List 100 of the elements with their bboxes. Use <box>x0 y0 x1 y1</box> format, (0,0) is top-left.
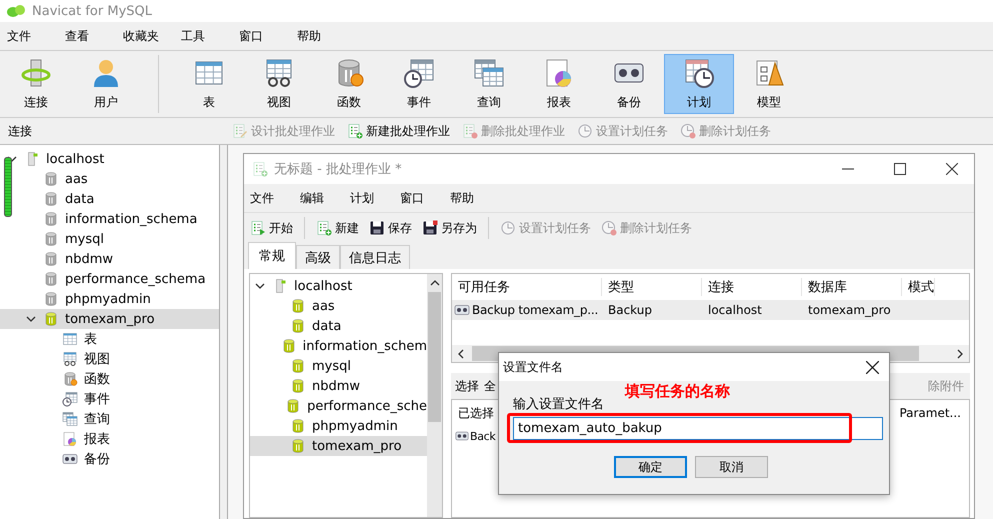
menu-item[interactable]: 帮助 <box>297 28 355 44</box>
database-icon <box>43 271 59 287</box>
tree-item[interactable]: performance_sche <box>250 396 427 416</box>
toolbar-button[interactable]: 函数 <box>314 54 384 114</box>
toolbar-button[interactable]: 新建 <box>314 220 361 236</box>
toolbar-button[interactable]: 报表 <box>524 54 594 114</box>
table-cell: Backup tomexam_p... <box>472 303 598 317</box>
tree-item[interactable]: aas <box>0 169 219 189</box>
document-add-icon <box>347 123 363 139</box>
tree-item[interactable]: information_schem <box>250 336 427 356</box>
table-cell: localhost <box>708 303 762 317</box>
server-ring-icon <box>20 57 52 89</box>
toolbar-button[interactable]: 备份 <box>594 54 664 114</box>
tree-item[interactable]: 函数 <box>0 369 219 389</box>
document-add-icon <box>316 220 332 236</box>
caret-left-icon[interactable] <box>456 348 466 358</box>
table-cell: Backup <box>608 303 652 317</box>
tree-item[interactable]: 表 <box>0 329 219 349</box>
scrollbar[interactable] <box>4 157 12 217</box>
toolbar-button[interactable]: 用户 <box>71 54 141 114</box>
save-icon <box>369 220 385 236</box>
toolbar-button[interactable]: 模型 <box>734 54 804 114</box>
document-add-icon <box>252 161 268 177</box>
tree-item[interactable]: information_schema <box>0 209 219 229</box>
toolbar-button[interactable]: 选择 <box>455 378 479 394</box>
toolbar-button[interactable]: 新建批处理作业 <box>345 122 452 140</box>
tree-item[interactable]: performance_schema <box>0 269 219 289</box>
toolbar-button[interactable]: 计划 <box>664 54 734 114</box>
menu-item[interactable]: 文件 <box>7 28 65 44</box>
menu-item[interactable]: 帮助 <box>450 190 500 206</box>
tree-item[interactable]: data <box>250 316 427 336</box>
database-icon <box>290 418 306 434</box>
menu-item[interactable]: 窗口 <box>239 28 297 44</box>
close-button[interactable] <box>866 360 879 374</box>
menu-item[interactable]: 收藏夹 <box>123 28 181 44</box>
tab[interactable]: 高级 <box>296 245 340 269</box>
database-icon <box>290 318 306 334</box>
tab[interactable]: 信息日志 <box>340 245 410 269</box>
tree-item[interactable]: nbdmw <box>250 376 427 396</box>
cassette-icon <box>455 429 469 443</box>
menu-item[interactable]: 计划 <box>350 190 400 206</box>
tree-item[interactable]: data <box>0 189 219 209</box>
table-stack-icon <box>62 411 78 427</box>
toolbar-button[interactable]: 表 <box>174 54 244 114</box>
table-cell: Back <box>470 430 496 442</box>
tree-item[interactable]: 视图 <box>0 349 219 369</box>
column-header[interactable]: 数据库 <box>802 278 902 296</box>
table-cell: tomexam_pro <box>808 303 891 317</box>
column-header[interactable]: 连接 <box>702 278 802 296</box>
toolbar-button[interactable]: 查询 <box>454 54 524 114</box>
menu-item[interactable]: 查看 <box>65 28 123 44</box>
tree-item[interactable]: tomexam_pro <box>0 309 219 329</box>
menu-item[interactable]: 编辑 <box>300 190 350 206</box>
maximize-button[interactable] <box>894 163 906 175</box>
database-gear-icon <box>62 371 78 387</box>
column-header[interactable]: Paramet... <box>899 406 963 420</box>
tree-item[interactable]: mysql <box>0 229 219 249</box>
clock-delete-icon <box>601 220 617 236</box>
tree-item[interactable]: phpmyadmin <box>0 289 219 309</box>
dialog-button[interactable]: 确定 <box>614 456 687 478</box>
tree-item[interactable]: mysql <box>250 356 427 376</box>
toolbar-button[interactable]: 保存 <box>367 220 414 236</box>
tab[interactable]: 常规 <box>248 242 296 269</box>
toolbar-button[interactable]: 事件 <box>384 54 454 114</box>
tree-item[interactable]: tomexam_pro <box>250 436 427 456</box>
tree-item[interactable]: localhost <box>0 149 219 169</box>
tree-item[interactable]: aas <box>250 296 427 316</box>
column-header[interactable]: 已选择 <box>458 404 494 422</box>
dialog-button[interactable]: 取消 <box>695 456 768 478</box>
tree-item[interactable]: 报表 <box>0 429 219 449</box>
caret-up-icon[interactable] <box>430 278 440 288</box>
input-field[interactable]: tomexam_auto_bakup <box>513 417 883 440</box>
cassette-icon <box>62 451 78 467</box>
tree-item[interactable]: 备份 <box>0 449 219 469</box>
toolbar-button[interactable]: 连接 <box>1 54 71 114</box>
tree-item[interactable]: phpmyadmin <box>250 416 427 436</box>
database-icon <box>280 338 297 354</box>
task-row[interactable]: Backup tomexam_p... Backup localhost tomexam_pro <box>452 300 969 320</box>
column-header[interactable]: 可用任务 <box>452 278 602 296</box>
toolbar-button[interactable]: 另存为 <box>420 220 479 236</box>
column-header[interactable]: 模式 <box>902 278 935 296</box>
tree-item[interactable]: 查询 <box>0 409 219 429</box>
chevron-icon <box>7 154 17 164</box>
save-as-icon <box>422 220 438 236</box>
menu-item[interactable]: 工具 <box>181 28 239 44</box>
clock-icon <box>577 123 593 139</box>
close-button[interactable] <box>946 163 958 175</box>
caret-right-icon[interactable] <box>955 348 965 358</box>
tree-item[interactable]: localhost <box>250 276 427 296</box>
toolbar-button[interactable]: 开始 <box>248 220 295 236</box>
toolbar-button[interactable]: 全 <box>484 378 496 394</box>
database-icon <box>290 378 306 394</box>
toolbar-button[interactable]: 视图 <box>244 54 314 114</box>
column-header[interactable]: 类型 <box>602 278 702 296</box>
scrollbar[interactable] <box>427 274 442 517</box>
tree-item[interactable]: nbdmw <box>0 249 219 269</box>
menu-item[interactable]: 文件 <box>250 190 300 206</box>
menu-item[interactable]: 窗口 <box>400 190 450 206</box>
tree-item[interactable]: 事件 <box>0 389 219 409</box>
table-icon <box>62 331 78 347</box>
